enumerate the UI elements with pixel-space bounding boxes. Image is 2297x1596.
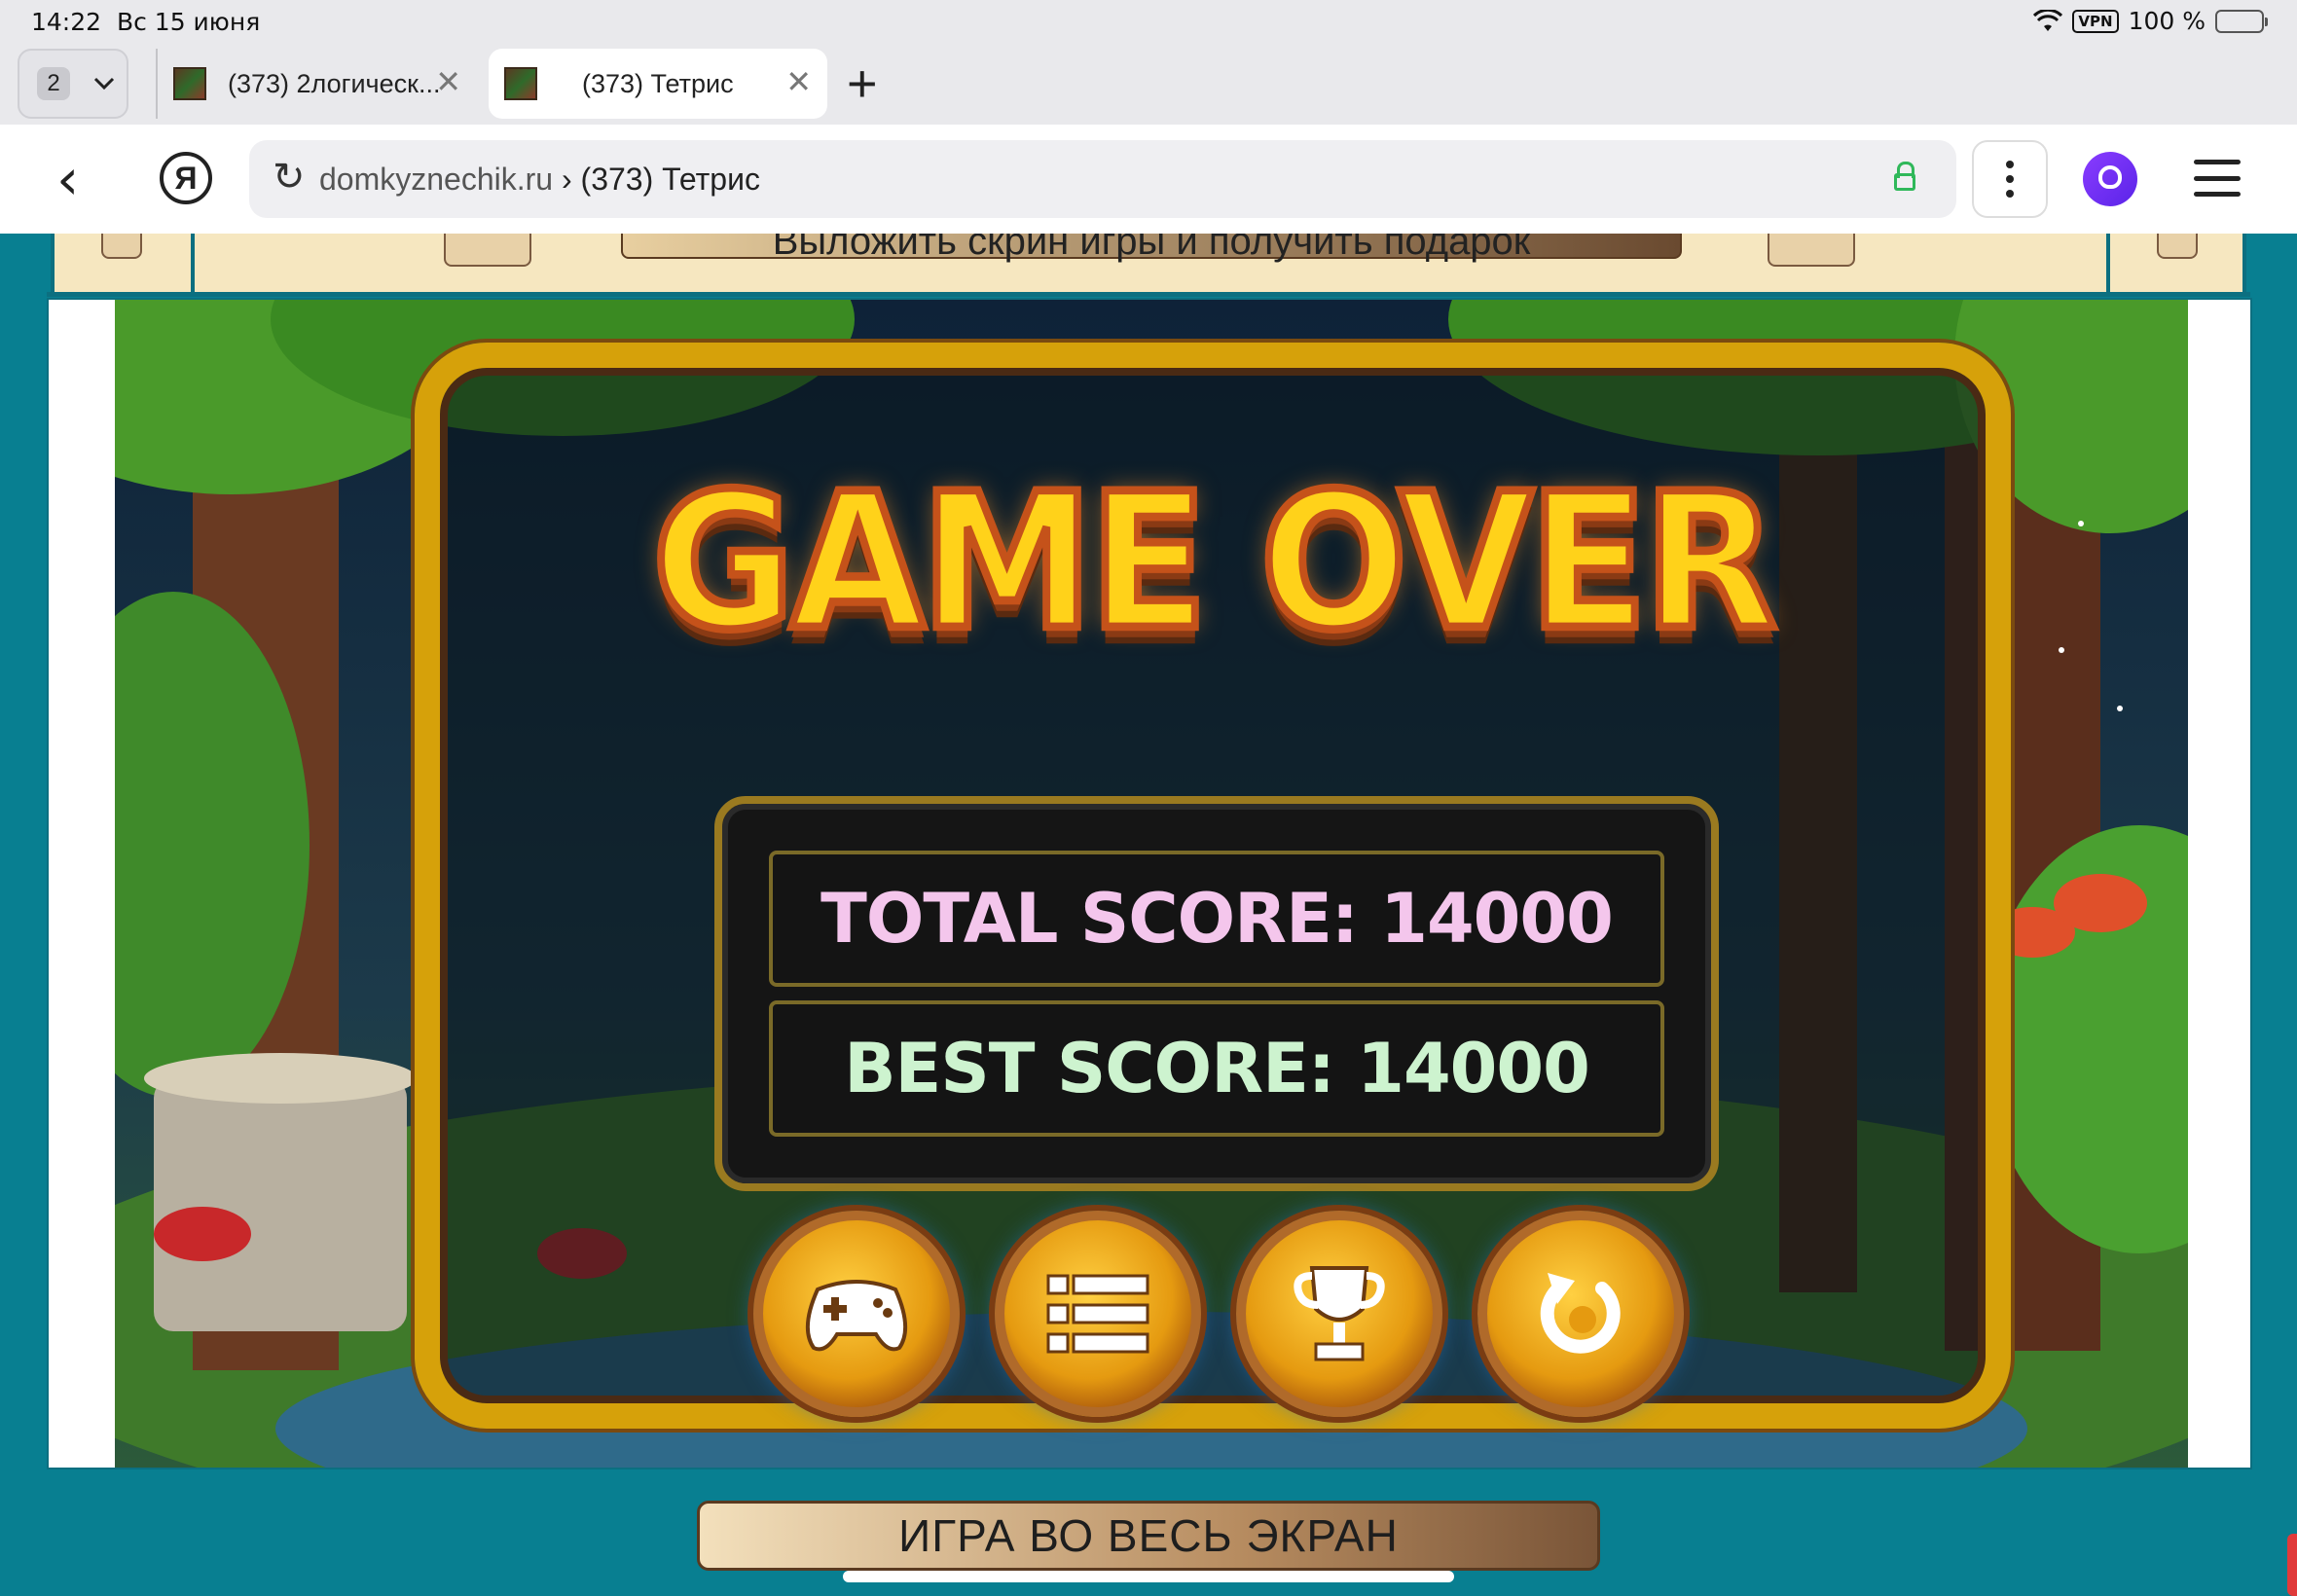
alice-assistant-button[interactable] bbox=[2083, 152, 2137, 206]
banner-knob-right bbox=[1768, 234, 1855, 267]
tab-title: (373) Тетрис bbox=[582, 68, 734, 98]
restart-button[interactable] bbox=[1477, 1211, 1684, 1417]
tab-logic-games[interactable]: (373) 2логическ... ✕ bbox=[156, 49, 477, 119]
restart-icon bbox=[1540, 1273, 1621, 1354]
game-over-panel: GAME OVER TOTAL SCORE: 14000 BEST SCORE:… bbox=[415, 343, 2011, 1429]
vpn-badge: VPN bbox=[2072, 9, 2119, 33]
url-text: domkyznechik.ru › (373) Тетрис bbox=[319, 162, 760, 197]
status-right: VPN 100 % bbox=[2033, 7, 2268, 35]
reload-icon[interactable]: ↻ bbox=[273, 156, 306, 199]
back-button[interactable]: ‹ bbox=[56, 151, 79, 207]
more-games-button[interactable] bbox=[753, 1211, 960, 1417]
list-icon bbox=[1046, 1274, 1149, 1354]
game-over-title: GAME OVER bbox=[648, 449, 1781, 674]
tab-strip: 2 (373) 2логическ... ✕ (373) Тетрис ✕ + bbox=[0, 45, 2297, 125]
gamepad-icon bbox=[805, 1280, 908, 1352]
leaderboard-button[interactable] bbox=[1236, 1211, 1442, 1417]
site-favicon bbox=[173, 67, 206, 100]
banner-knob-left bbox=[444, 234, 531, 267]
browser-toolbar: ‹ Я ↻ domkyznechik.ru › (373) Тетрис bbox=[0, 125, 2297, 234]
home-indicator[interactable] bbox=[843, 1571, 1454, 1582]
score-box: TOTAL SCORE: 14000 BEST SCORE: 14000 bbox=[714, 796, 1719, 1191]
levels-list-button[interactable] bbox=[995, 1211, 1201, 1417]
new-tab-button[interactable]: + bbox=[847, 53, 878, 115]
best-score: BEST SCORE: 14000 bbox=[769, 1000, 1664, 1137]
game-canvas[interactable]: GAME OVER TOTAL SCORE: 14000 BEST SCORE:… bbox=[115, 300, 2188, 1468]
chevron-down-icon bbox=[93, 77, 115, 91]
banner-cap-left bbox=[101, 234, 142, 259]
tab-count-button[interactable]: 2 bbox=[18, 49, 128, 119]
more-menu-button[interactable] bbox=[1972, 140, 2048, 218]
game-frame: GAME OVER TOTAL SCORE: 14000 BEST SCORE:… bbox=[47, 298, 2252, 1469]
battery-icon bbox=[2215, 9, 2268, 33]
status-time: 14:22 Вс 15 июня bbox=[31, 8, 261, 36]
hamburger-menu-icon[interactable] bbox=[2194, 160, 2241, 197]
total-score: TOTAL SCORE: 14000 bbox=[769, 851, 1664, 987]
gift-banner-button[interactable]: Выложить скрин игры и получить подарок bbox=[621, 234, 1682, 263]
status-bar: 14:22 Вс 15 июня VPN 100 % bbox=[0, 0, 2297, 45]
tab-title: (373) 2логическ... bbox=[228, 68, 441, 98]
lock-icon[interactable] bbox=[1894, 162, 1915, 191]
tab-tetris[interactable]: (373) Тетрис ✕ bbox=[489, 49, 827, 119]
close-tab-icon[interactable]: ✕ bbox=[435, 66, 461, 97]
yandex-logo-button[interactable]: Я bbox=[160, 152, 212, 204]
banner-cap-right bbox=[2157, 234, 2198, 259]
close-tab-icon[interactable]: ✕ bbox=[785, 66, 812, 97]
wifi-icon bbox=[2033, 9, 2063, 31]
address-bar[interactable]: ↻ domkyznechik.ru › (373) Тетрис bbox=[249, 140, 1956, 218]
game-over-buttons bbox=[753, 1211, 1688, 1425]
fullscreen-button[interactable]: ИГРА ВО ВЕСЬ ЭКРАН bbox=[697, 1501, 1600, 1571]
tab-count: 2 bbox=[37, 67, 70, 100]
site-favicon bbox=[504, 67, 537, 100]
battery-percent: 100 % bbox=[2128, 7, 2206, 35]
banner-divider bbox=[47, 292, 2250, 297]
screenshot-gift-banner: Выложить скрин игры и получить подарок bbox=[51, 234, 2246, 294]
trophy-icon bbox=[1294, 1266, 1385, 1361]
side-tab-edge[interactable] bbox=[2287, 1534, 2297, 1596]
